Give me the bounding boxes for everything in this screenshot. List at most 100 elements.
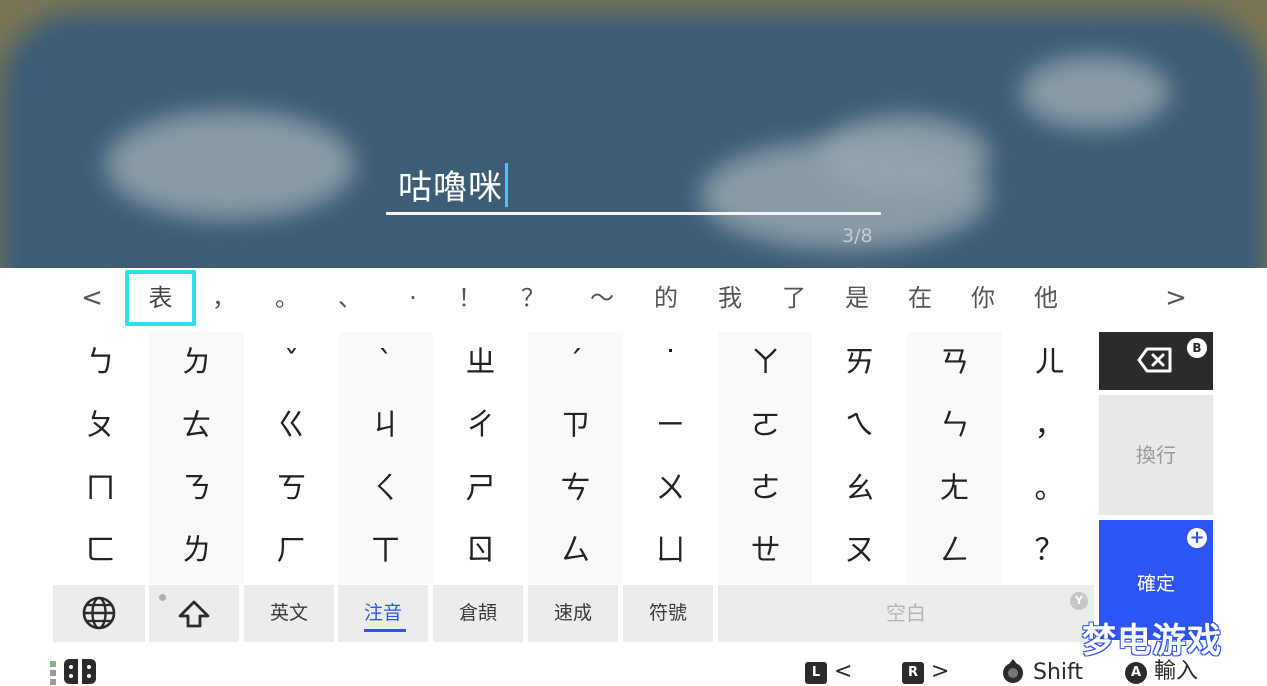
mode-zhuyin-button[interactable]: 注音 <box>338 585 428 642</box>
zhuyin-key[interactable]: ㄙ <box>528 520 623 584</box>
confirm-label: 確定 <box>1136 573 1175 595</box>
zhuyin-key[interactable]: ㄞ <box>812 332 907 396</box>
candidate-item[interactable]: 在 <box>890 268 950 330</box>
input-underline <box>386 212 881 215</box>
zhuyin-key[interactable]: ㄕ <box>433 458 528 522</box>
zhuyin-key[interactable]: ㄥ <box>907 520 1002 584</box>
hint-label: 輸入 <box>1154 659 1199 684</box>
candidate-item[interactable]: 了 <box>764 268 824 330</box>
zhuyin-key[interactable]: ˇ <box>244 332 339 396</box>
candidate-item[interactable]: ！ <box>440 268 500 330</box>
zhuyin-key[interactable]: ㄊ <box>149 395 244 459</box>
stick-press-icon <box>1003 659 1023 683</box>
zhuyin-key[interactable]: ㄍ <box>244 395 339 459</box>
newline-button[interactable]: 換行 <box>1099 395 1213 515</box>
text-input-field[interactable]: 咕嚕咪 <box>386 150 881 216</box>
zhuyin-key[interactable]: ㄏ <box>244 520 339 584</box>
game-backdrop: 咕嚕咪 3/8 <box>0 0 1267 268</box>
candidate-item[interactable]: 、 <box>320 268 380 330</box>
zhuyin-key[interactable]: ㄋ <box>149 458 244 522</box>
controller-hints: L < R > Shift A 輸入 <box>0 650 1267 686</box>
zhuyin-key[interactable]: ㄠ <box>812 458 907 522</box>
candidate-bar: < 表 ， 。 、 · ！ ？ ～ 的 我 了 是 在 你 他 > <box>0 268 1267 330</box>
zhuyin-key[interactable]: ㄐ <box>338 395 433 459</box>
candidate-item[interactable]: 他 <box>1016 268 1076 330</box>
mode-cangjie-button[interactable]: 倉頡 <box>433 585 523 642</box>
zhuyin-key[interactable]: ㄈ <box>53 520 148 584</box>
zhuyin-key[interactable]: ㄒ <box>338 520 433 584</box>
zhuyin-key[interactable]: ㄓ <box>433 332 528 396</box>
zhuyin-key[interactable]: ㄨ <box>623 458 718 522</box>
joycon-icon <box>50 659 96 685</box>
zhuyin-key[interactable]: ， <box>1002 395 1097 459</box>
zhuyin-key[interactable]: ㄘ <box>528 458 623 522</box>
zhuyin-key[interactable]: ㄆ <box>53 395 148 459</box>
globe-icon <box>82 596 116 630</box>
backspace-icon <box>1137 347 1172 373</box>
hint-label: Shift <box>1033 660 1084 685</box>
zhuyin-key[interactable]: ㄩ <box>623 520 718 584</box>
candidate-item[interactable]: ～ <box>572 268 632 330</box>
zhuyin-key[interactable]: ㄎ <box>244 458 339 522</box>
zhuyin-key[interactable]: ㄛ <box>718 395 813 459</box>
cloud <box>105 110 355 220</box>
zhuyin-key[interactable]: ㄔ <box>433 395 528 459</box>
plus-button-badge: + <box>1187 528 1207 548</box>
input-text: 咕嚕咪 <box>398 168 503 208</box>
zhuyin-key[interactable]: ？ <box>1002 520 1097 584</box>
candidate-item[interactable]: 。 <box>257 268 317 330</box>
candidate-item[interactable]: · <box>383 268 443 330</box>
hint-l-prev: L < <box>805 658 852 686</box>
shift-arrow-icon <box>178 600 210 628</box>
candidate-item[interactable]: 是 <box>827 268 887 330</box>
zhuyin-key[interactable]: ㄌ <box>149 520 244 584</box>
cloud <box>1020 55 1170 130</box>
candidate-item[interactable]: 我 <box>700 268 760 330</box>
mode-english-button[interactable]: 英文 <box>244 585 334 642</box>
zhuyin-key[interactable]: ㄦ <box>1002 332 1097 396</box>
zhuyin-key[interactable]: ㄤ <box>907 458 1002 522</box>
hint-stick-shift: Shift <box>1000 658 1083 686</box>
mode-symbols-button[interactable]: 符號 <box>623 585 713 642</box>
candidate-item[interactable]: 的 <box>636 268 696 330</box>
y-button-badge: Y <box>1070 592 1088 610</box>
zhuyin-key[interactable]: ㄣ <box>907 395 1002 459</box>
r-button-badge: R <box>902 662 924 684</box>
language-button[interactable] <box>53 585 145 642</box>
zhuyin-key[interactable]: 。 <box>1002 458 1097 522</box>
shift-button[interactable] <box>149 585 239 642</box>
zhuyin-key[interactable]: ㄗ <box>528 395 623 459</box>
a-button-badge: A <box>1125 662 1147 684</box>
zhuyin-key[interactable]: ㄜ <box>718 458 813 522</box>
zhuyin-key[interactable]: ˊ <box>528 332 623 396</box>
candidate-item[interactable]: ， <box>194 268 254 330</box>
candidate-item[interactable]: 你 <box>953 268 1013 330</box>
space-button[interactable]: 空白 Y <box>718 585 1094 642</box>
candidate-selected[interactable]: 表 <box>125 270 196 326</box>
zhuyin-key[interactable]: ㄝ <box>718 520 813 584</box>
candidate-prev-arrow[interactable]: < <box>62 268 122 330</box>
text-caret <box>505 163 508 207</box>
candidate-item[interactable]: ？ <box>503 268 563 330</box>
backspace-button[interactable]: B <box>1099 332 1213 390</box>
shift-indicator-dot <box>159 594 166 601</box>
hint-r-next: R > <box>902 658 949 686</box>
zhuyin-key[interactable]: ˙ <box>623 332 718 396</box>
zhuyin-key[interactable]: ㄑ <box>338 458 433 522</box>
zhuyin-key[interactable]: ㄡ <box>812 520 907 584</box>
zhuyin-key[interactable]: ㄚ <box>718 332 813 396</box>
l-button-badge: L <box>805 662 827 684</box>
zhuyin-key[interactable]: ㄟ <box>812 395 907 459</box>
zhuyin-key[interactable]: ㄢ <box>907 332 1002 396</box>
zhuyin-key[interactable]: ˋ <box>338 332 433 396</box>
zhuyin-key[interactable]: ㄉ <box>149 332 244 396</box>
active-mode-indicator <box>364 629 406 632</box>
zhuyin-key[interactable]: ㄖ <box>433 520 528 584</box>
candidate-next-arrow[interactable]: > <box>1146 268 1206 330</box>
zhuyin-key[interactable]: ㄧ <box>623 395 718 459</box>
zhuyin-key[interactable]: ㄇ <box>53 458 148 522</box>
character-counter: 3/8 <box>842 225 873 247</box>
hint-a-input: A 輸入 <box>1125 658 1198 686</box>
zhuyin-key[interactable]: ㄅ <box>53 332 148 396</box>
mode-quick-button[interactable]: 速成 <box>528 585 618 642</box>
